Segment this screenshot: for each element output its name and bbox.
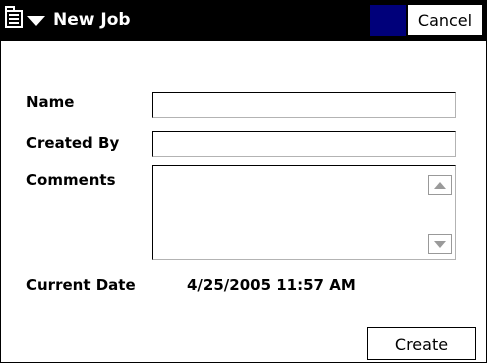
title-bar: New Job Cancel <box>1 1 486 41</box>
created-by-field[interactable] <box>152 131 456 157</box>
cancel-button[interactable]: Cancel <box>407 4 483 36</box>
name-label: Name <box>26 93 75 111</box>
comments-field[interactable] <box>152 165 456 260</box>
chevron-down-icon <box>27 16 45 26</box>
comments-scrollbar[interactable] <box>428 169 452 256</box>
app-menu-icon <box>5 6 23 28</box>
comments-label: Comments <box>26 171 116 189</box>
scroll-up-icon[interactable] <box>428 175 452 195</box>
created-by-label: Created By <box>26 134 120 152</box>
current-date-value: 4/25/2005 11:57 AM <box>187 276 356 294</box>
create-button[interactable]: Create <box>367 327 476 360</box>
new-job-window: New Job Cancel Name Created By Comments … <box>0 0 487 363</box>
status-indicator <box>370 5 406 36</box>
current-date-label: Current Date <box>26 276 136 294</box>
start-menu-button[interactable] <box>3 3 49 37</box>
window-title: New Job <box>53 10 131 30</box>
scroll-down-icon[interactable] <box>428 234 452 254</box>
name-field[interactable] <box>152 92 456 118</box>
